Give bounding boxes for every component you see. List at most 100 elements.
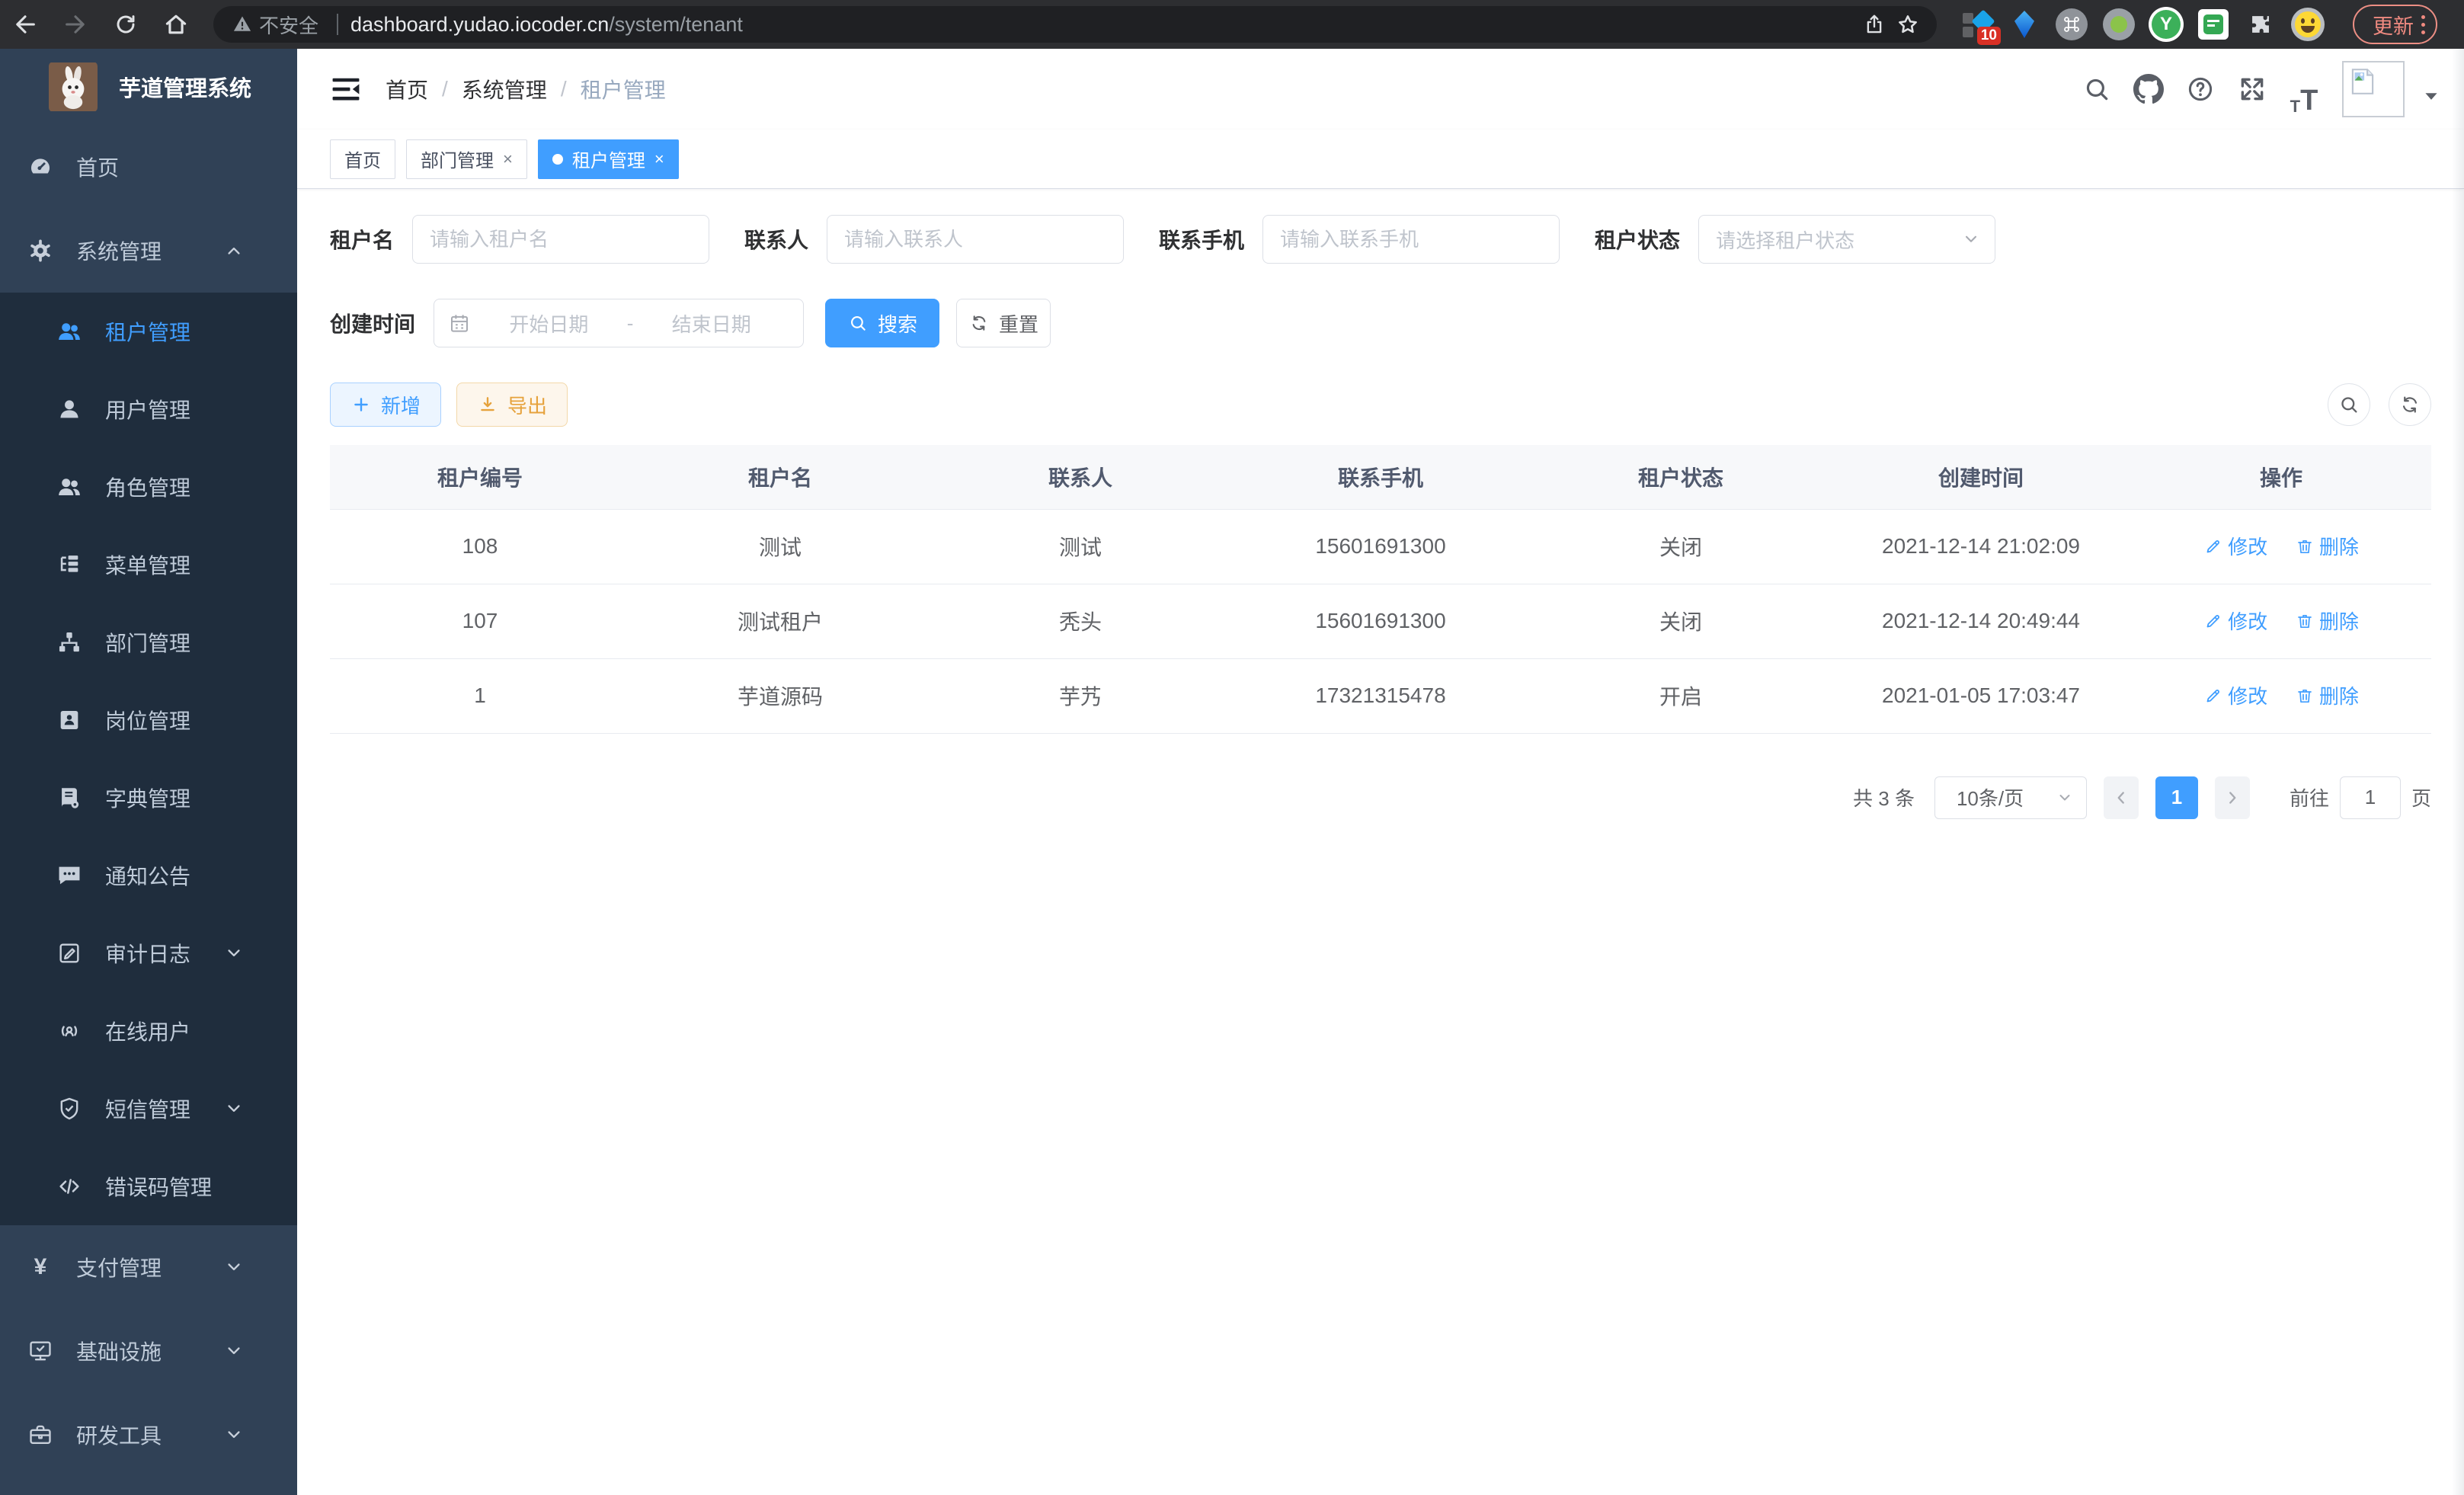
- sidebar-collapse-icon[interactable]: [328, 71, 364, 107]
- sidebar-item-system[interactable]: 系统管理: [0, 209, 297, 293]
- goto-page-input[interactable]: [2340, 776, 2401, 819]
- extension-chat-icon[interactable]: [2196, 7, 2231, 42]
- end-date-placeholder[interactable]: 结束日期: [633, 309, 789, 338]
- tenant-name-input[interactable]: [412, 215, 709, 264]
- edit-link[interactable]: 修改: [2203, 681, 2267, 709]
- delete-link[interactable]: 删除: [2295, 681, 2359, 709]
- sidebar-item-label: 通知公告: [105, 860, 190, 891]
- contact-input[interactable]: [827, 215, 1124, 264]
- share-icon[interactable]: [1858, 8, 1891, 41]
- cell-actions: 修改 删除: [2131, 658, 2431, 733]
- cell-mobile: 17321315478: [1230, 658, 1531, 733]
- sidebar-item-user[interactable]: 用户管理: [0, 370, 297, 448]
- add-button[interactable]: 新增: [330, 383, 441, 427]
- edit-link[interactable]: 修改: [2203, 532, 2267, 560]
- cell-id: 1: [330, 658, 630, 733]
- close-icon[interactable]: ×: [503, 149, 513, 169]
- download-icon: [477, 394, 498, 415]
- browser-update-button[interactable]: 更新: [2353, 5, 2437, 44]
- yen-icon: ¥: [27, 1254, 53, 1280]
- sidebar-item-sms[interactable]: 短信管理: [0, 1070, 297, 1148]
- sidebar-item-label: 租户管理: [105, 316, 190, 347]
- sidebar-item-home[interactable]: 首页: [0, 125, 297, 209]
- address-bar[interactable]: 不安全 dashboard.yudao.iocoder.cn/system/te…: [213, 6, 1937, 43]
- tenant-table: 租户编号 租户名 联系人 联系手机 租户状态 创建时间 操作 108 测试 测试: [330, 445, 2431, 734]
- security-label[interactable]: 不安全: [259, 11, 318, 39]
- chevron-down-icon: [221, 940, 247, 966]
- app-logo-row[interactable]: 芋道管理系统: [0, 49, 297, 125]
- fullscreen-icon[interactable]: [2226, 63, 2278, 115]
- sidebar-item-label: 支付管理: [76, 1252, 162, 1282]
- browser-home-button[interactable]: [151, 0, 201, 49]
- cell-contact: 芋艿: [930, 658, 1230, 733]
- close-icon[interactable]: ×: [654, 149, 664, 169]
- extension-record-icon[interactable]: [2101, 7, 2136, 42]
- extension-grid-icon[interactable]: 10: [1960, 7, 1995, 42]
- sidebar-item-payment[interactable]: ¥ 支付管理: [0, 1225, 297, 1309]
- extension-command-icon[interactable]: [2054, 7, 2089, 42]
- mobile-input[interactable]: [1262, 215, 1560, 264]
- extension-puzzle-icon[interactable]: [2243, 7, 2278, 42]
- github-icon[interactable]: [2123, 63, 2174, 115]
- browser-back-button[interactable]: [0, 0, 50, 49]
- audit-log-icon: [56, 940, 82, 966]
- date-range-picker[interactable]: 开始日期 - 结束日期: [434, 299, 804, 347]
- edit-link[interactable]: 修改: [2203, 607, 2267, 635]
- sidebar-item-label: 短信管理: [105, 1093, 190, 1124]
- sidebar-item-error-code[interactable]: 错误码管理: [0, 1148, 297, 1225]
- browser-forward-button[interactable]: [50, 0, 101, 49]
- status-select[interactable]: 请选择租户状态: [1698, 215, 1995, 264]
- sidebar-item-label: 研发工具: [76, 1420, 162, 1450]
- browser-menu-icon[interactable]: [2421, 15, 2425, 34]
- avatar-caret-down-icon[interactable]: [2421, 86, 2441, 106]
- sidebar-item-post[interactable]: 岗位管理: [0, 681, 297, 759]
- sidebar-item-dict[interactable]: 字典管理: [0, 759, 297, 837]
- search-icon[interactable]: [2071, 63, 2123, 115]
- bookmark-star-icon[interactable]: [1891, 8, 1925, 41]
- page-size-select[interactable]: 10条/页: [1934, 776, 2087, 819]
- toggle-search-button[interactable]: [2328, 383, 2370, 426]
- table-header-row: 租户编号 租户名 联系人 联系手机 租户状态 创建时间 操作: [330, 445, 2431, 509]
- tab-tenant[interactable]: 租户管理 ×: [538, 139, 679, 179]
- chevron-down-icon: [2056, 789, 2074, 807]
- url-path[interactable]: /system/tenant: [609, 13, 743, 37]
- sidebar-item-audit-log[interactable]: 审计日志: [0, 914, 297, 992]
- sidebar-item-menu[interactable]: 菜单管理: [0, 526, 297, 603]
- search-button[interactable]: 搜索: [825, 299, 939, 347]
- browser-reload-button[interactable]: [101, 0, 151, 49]
- cell-name: 芋道源码: [630, 658, 930, 733]
- breadcrumb-item[interactable]: 系统管理: [462, 74, 547, 104]
- sidebar-item-role[interactable]: 角色管理: [0, 448, 297, 526]
- sidebar-item-notice[interactable]: 通知公告: [0, 837, 297, 914]
- refresh-table-button[interactable]: [2389, 383, 2431, 426]
- avatar[interactable]: [2342, 61, 2405, 117]
- sidebar-item-tenant[interactable]: 租户管理: [0, 293, 297, 370]
- sidebar-item-infra[interactable]: 基础设施: [0, 1309, 297, 1393]
- extension-smiley-icon[interactable]: [2290, 7, 2325, 42]
- extension-yudao-icon[interactable]: Y: [2149, 7, 2184, 42]
- sidebar-item-dev-tools[interactable]: 研发工具: [0, 1393, 297, 1477]
- extension-kite-icon[interactable]: [2007, 7, 2042, 42]
- sidebar-item-label: 岗位管理: [105, 705, 190, 735]
- security-warning-icon[interactable]: [232, 14, 253, 35]
- delete-link[interactable]: 删除: [2295, 607, 2359, 635]
- reset-button[interactable]: 重置: [956, 299, 1051, 347]
- breadcrumb-separator: /: [442, 77, 448, 101]
- sidebar-item-online-user[interactable]: 在线用户: [0, 992, 297, 1070]
- cell-mobile: 15601691300: [1230, 584, 1531, 658]
- start-date-placeholder[interactable]: 开始日期: [471, 309, 627, 338]
- url-host[interactable]: dashboard.yudao.iocoder.cn: [350, 13, 609, 37]
- current-page-button[interactable]: 1: [2155, 776, 2198, 819]
- next-page-button[interactable]: [2215, 776, 2250, 819]
- delete-link[interactable]: 删除: [2295, 532, 2359, 560]
- export-button[interactable]: 导出: [456, 383, 568, 427]
- tab-dept[interactable]: 部门管理 ×: [406, 139, 527, 179]
- sidebar-item-dept[interactable]: 部门管理: [0, 603, 297, 681]
- prev-page-button[interactable]: [2104, 776, 2139, 819]
- tab-home[interactable]: 首页: [330, 139, 395, 179]
- breadcrumb-item[interactable]: 首页: [386, 74, 428, 104]
- status-select-placeholder: 请选择租户状态: [1716, 226, 1854, 254]
- font-size-icon[interactable]: TT: [2278, 63, 2330, 115]
- table-toolbar: 新增 导出: [330, 383, 2431, 427]
- help-icon[interactable]: [2174, 63, 2226, 115]
